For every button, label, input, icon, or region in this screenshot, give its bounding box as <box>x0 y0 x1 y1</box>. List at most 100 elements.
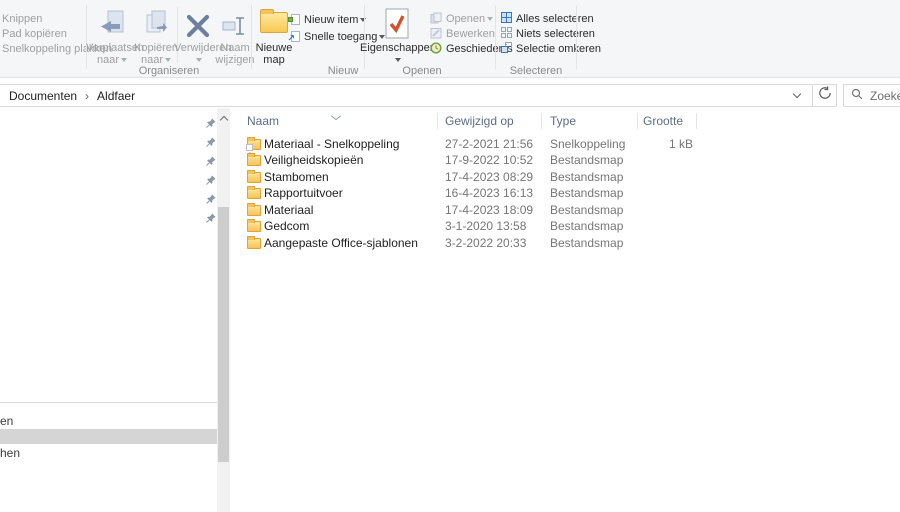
pin-icon <box>206 153 216 163</box>
folder-icon <box>247 238 261 249</box>
file-size: 1 kB <box>643 136 693 152</box>
folder-icon <box>247 188 261 199</box>
table-row[interactable]: Materiaal 17-4-2023 18:09 Bestandsmap <box>230 202 900 218</box>
dropdown-caret-icon <box>487 17 493 21</box>
file-modified: 17-4-2023 08:29 <box>445 169 533 185</box>
breadcrumb-item-aldfaer[interactable]: Aldfaer <box>97 89 135 103</box>
file-name: Materiaal <box>264 202 313 218</box>
table-row[interactable]: Stambomen 17-4-2023 08:29 Bestandsmap <box>230 169 900 185</box>
dropdown-caret-icon <box>395 58 401 62</box>
file-modified: 17-4-2023 18:09 <box>445 202 533 218</box>
table-row[interactable]: Veiligheidskopieën 17-9-2022 10:52 Besta… <box>230 152 900 168</box>
file-name: Aangepaste Office-sjablonen <box>264 235 418 251</box>
scrollbar-up-button[interactable] <box>217 111 230 125</box>
file-name: Gedcom <box>264 218 309 234</box>
cut-button[interactable]: Knippen <box>2 11 42 27</box>
open-button[interactable]: Openen <box>430 11 493 27</box>
chevron-down-icon <box>793 90 801 98</box>
copy-to-icon[interactable] <box>141 9 171 46</box>
delete-icon[interactable] <box>185 13 211 44</box>
select-none-icon <box>501 27 512 41</box>
breadcrumb-item-documenten[interactable]: Documenten <box>9 89 77 103</box>
invert-selection-button[interactable]: Selectie omkeren <box>501 41 601 57</box>
address-dropdown-button[interactable] <box>782 85 812 106</box>
file-type: Bestandsmap <box>550 185 623 201</box>
table-row[interactable]: Materiaal - Snelkoppeling 27-2-2021 21:5… <box>230 136 900 152</box>
column-resize-handle[interactable] <box>637 113 638 129</box>
scrollbar-thumb[interactable] <box>218 207 229 462</box>
search-icon <box>851 87 863 105</box>
move-to-label-line1: Verplaatsen <box>86 43 138 54</box>
copy-path-button[interactable]: Pad kopiëren <box>2 26 67 42</box>
file-type: Bestandsmap <box>550 169 623 185</box>
invert-selection-icon <box>501 42 512 56</box>
address-row: Documenten › Aldfaer <box>0 78 900 108</box>
history-icon <box>430 42 442 57</box>
select-all-button[interactable]: Alles selecteren <box>501 11 594 27</box>
new-folder-icon[interactable] <box>260 12 288 33</box>
nav-scrollbar[interactable] <box>217 108 230 512</box>
file-modified: 3-1-2020 13:58 <box>445 218 526 234</box>
file-name: Veiligheidskopieën <box>264 152 363 168</box>
dropdown-caret-icon <box>121 58 127 62</box>
dropdown-caret-icon <box>196 58 202 62</box>
properties-icon[interactable] <box>385 8 409 44</box>
group-label-selecteren: Selecteren <box>496 65 576 77</box>
tree-item-selected[interactable] <box>0 429 217 444</box>
pin-icon <box>206 210 216 220</box>
folder-icon <box>247 155 261 166</box>
file-modified: 16-4-2023 16:13 <box>445 185 533 201</box>
dropdown-caret-icon <box>165 58 171 62</box>
tree-section-divider <box>0 402 217 403</box>
file-type: Bestandsmap <box>550 152 623 168</box>
select-none-button[interactable]: Niets selecteren <box>501 26 595 42</box>
new-item-button[interactable]: Nieuw item <box>288 12 366 28</box>
new-item-icon <box>288 13 300 28</box>
file-name: Stambomen <box>264 169 329 185</box>
column-header-modified[interactable]: Gewijzigd op <box>445 111 514 131</box>
file-type: Bestandsmap <box>550 235 623 251</box>
tree-item-truncated[interactable]: en <box>0 415 13 427</box>
file-type: Snelkoppeling <box>550 136 625 152</box>
group-label-organiseren: Organiseren <box>89 65 249 77</box>
file-type: Bestandsmap <box>550 202 623 218</box>
group-separator <box>495 5 496 69</box>
refresh-icon <box>818 86 832 105</box>
properties-label[interactable]: Eigenschappen <box>360 43 434 54</box>
rename-icon[interactable] <box>221 15 249 42</box>
file-name: Rapportuitvoer <box>264 185 343 201</box>
folder-icon <box>247 172 261 183</box>
select-all-icon <box>501 12 512 26</box>
navigation-pane: en hen <box>0 108 230 512</box>
search-box[interactable] <box>843 84 900 107</box>
chevron-up-icon <box>219 116 227 124</box>
column-resize-handle[interactable] <box>696 113 697 129</box>
column-header-type[interactable]: Type <box>550 111 576 131</box>
sort-indicator-icon <box>330 108 342 126</box>
table-row[interactable]: Aangepaste Office-sjablonen 3-2-2022 20:… <box>230 235 900 251</box>
breadcrumb: Documenten › Aldfaer <box>0 89 782 103</box>
column-header-name[interactable]: Naam <box>247 111 279 131</box>
address-bar[interactable]: Documenten › Aldfaer <box>0 84 837 107</box>
edit-button[interactable]: Bewerken <box>430 26 495 42</box>
search-input[interactable] <box>870 89 900 103</box>
column-resize-handle[interactable] <box>541 113 542 129</box>
file-list: Naam Gewijzigd op Type Grootte Materiaal… <box>230 108 900 512</box>
copy-path-label: Pad kopiëren <box>2 28 67 40</box>
folder-icon <box>247 221 261 232</box>
file-modified: 27-2-2021 21:56 <box>445 136 533 152</box>
file-modified: 3-2-2022 20:33 <box>445 235 526 251</box>
group-separator <box>576 5 577 69</box>
open-icon <box>430 12 442 27</box>
column-header-size[interactable]: Grootte <box>643 111 683 131</box>
pin-icon <box>206 134 216 144</box>
column-resize-handle[interactable] <box>437 113 438 129</box>
refresh-button[interactable] <box>813 85 836 106</box>
ribbon-toolbar: Knippen Pad kopiëren Snelkoppeling plakk… <box>0 0 900 78</box>
table-row[interactable]: Rapportuitvoer 16-4-2023 16:13 Bestandsm… <box>230 185 900 201</box>
tree-item-truncated[interactable]: hen <box>0 447 20 459</box>
move-to-icon[interactable] <box>97 9 127 46</box>
table-row[interactable]: Gedcom 3-1-2020 13:58 Bestandsmap <box>230 218 900 234</box>
easy-access-icon <box>288 30 300 45</box>
breadcrumb-separator-icon: › <box>85 89 89 103</box>
